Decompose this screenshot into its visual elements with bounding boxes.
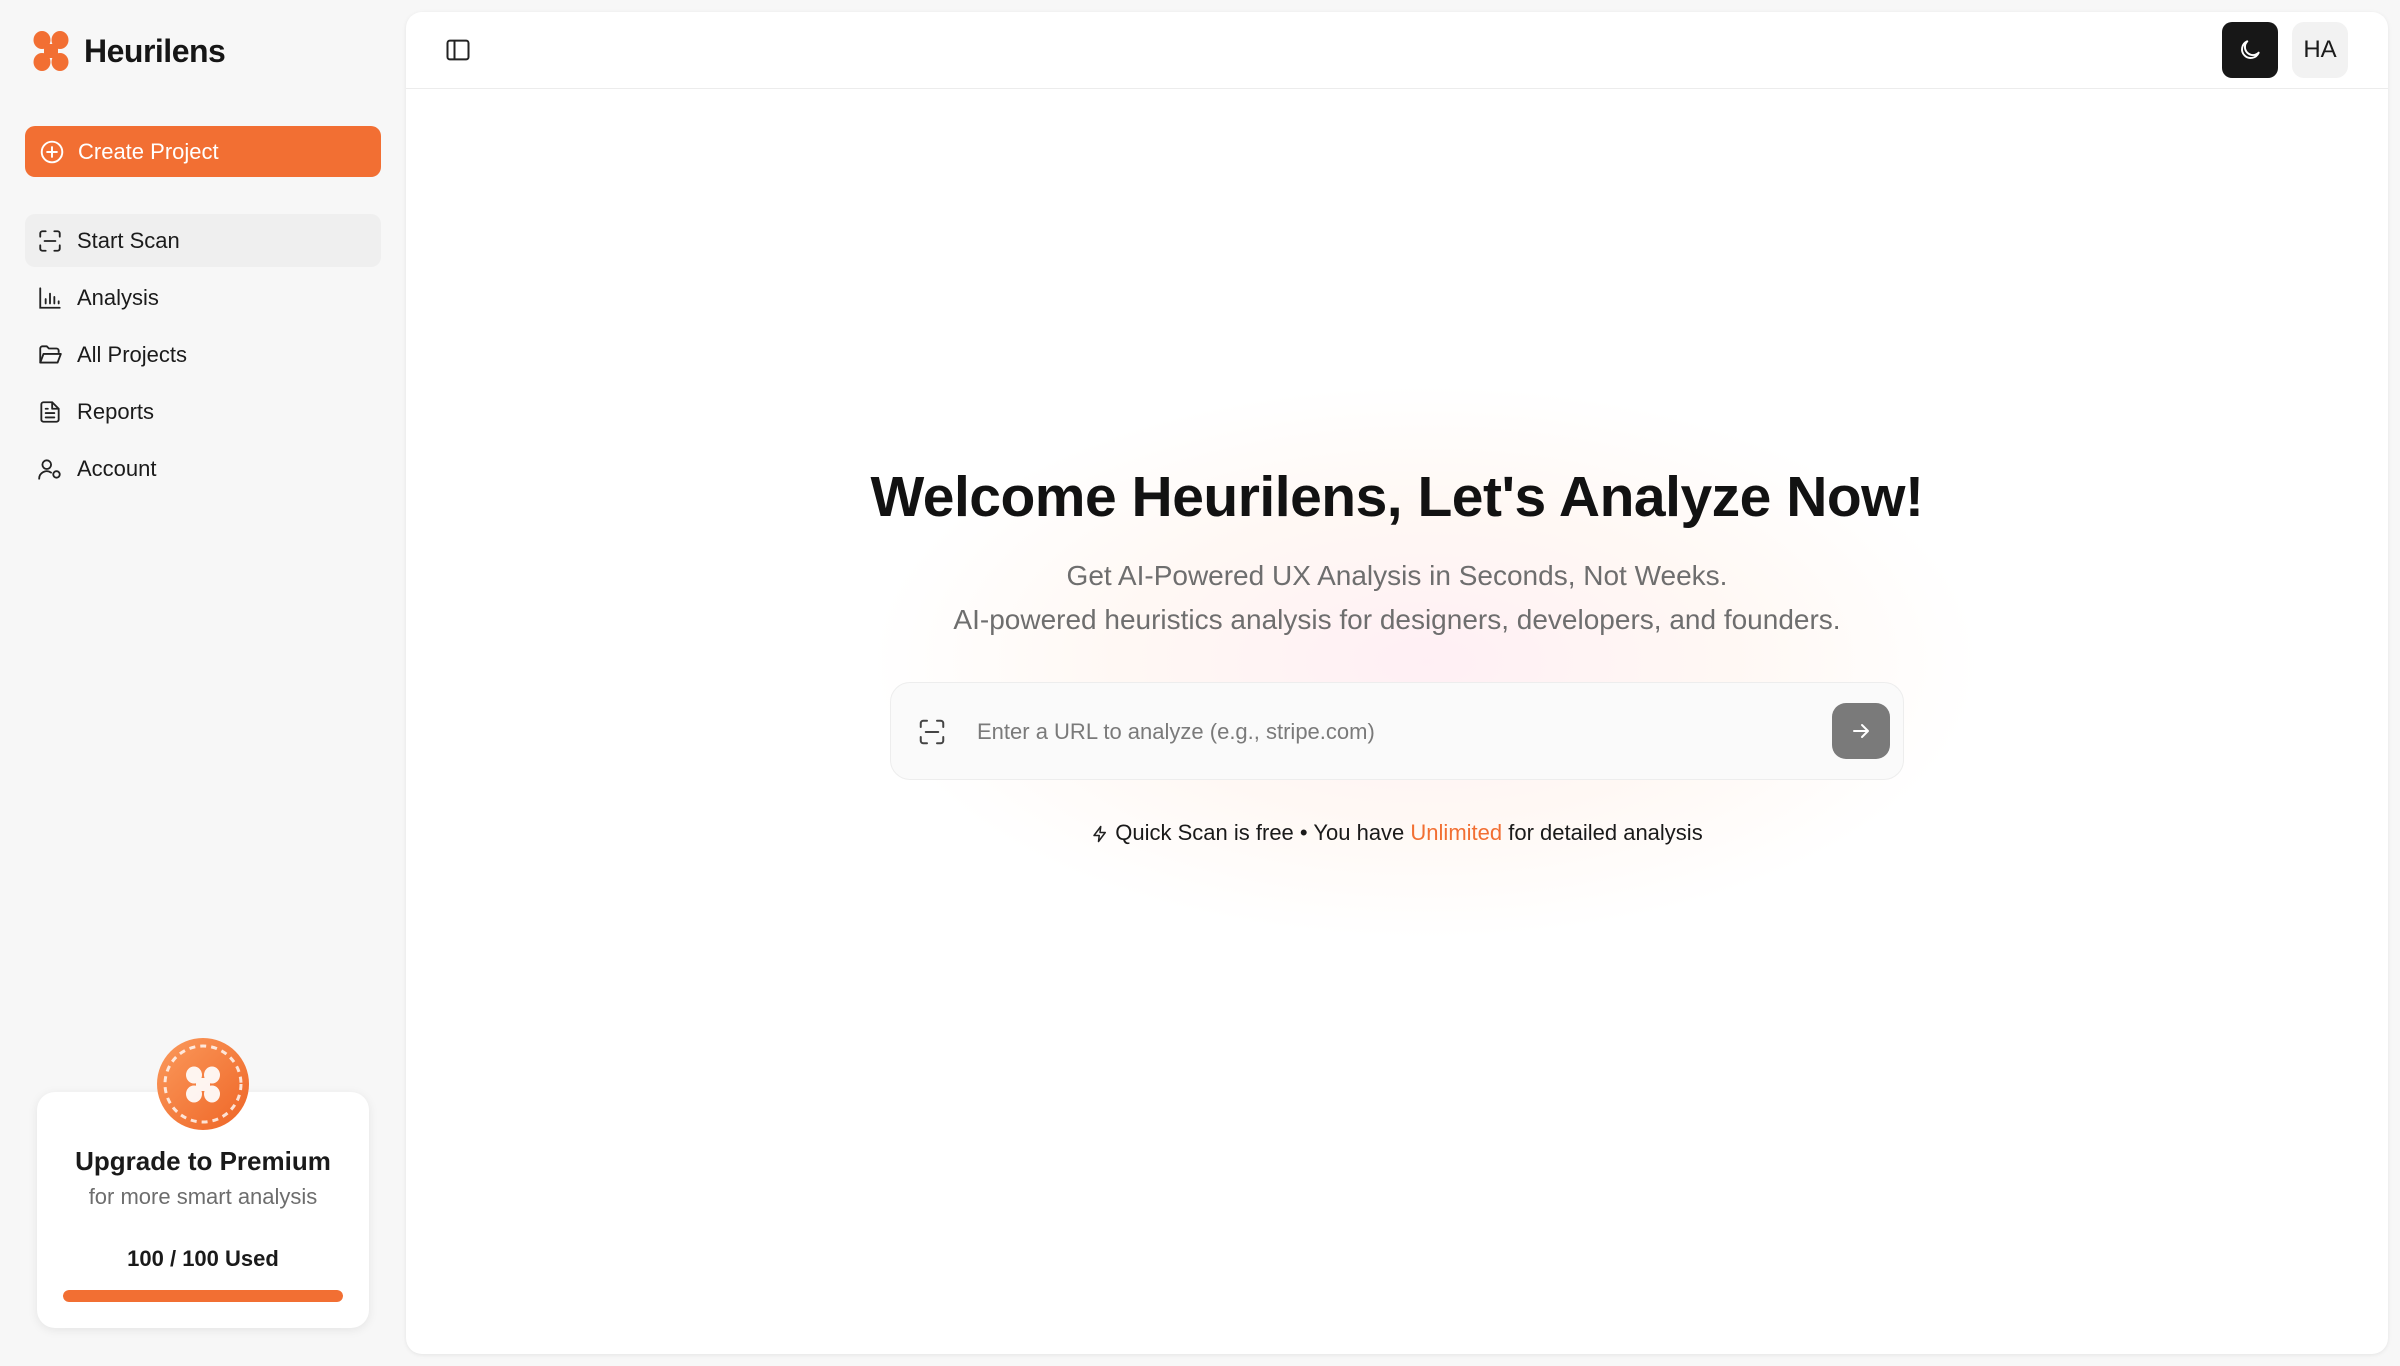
url-input[interactable] [977,707,1797,757]
analyze-submit-button[interactable] [1832,703,1890,759]
heurilens-logo-icon [32,30,70,72]
avatar[interactable]: HA [2292,22,2348,78]
sidebar-item-account[interactable]: Account [25,442,381,495]
note-quick-scan: Quick Scan is free [1115,820,1294,845]
sidebar-item-label: Account [77,455,157,481]
main-panel: HA Welcome Heurilens, Let's Analyze Now!… [406,12,2388,1354]
sidebar-item-start-scan[interactable]: Start Scan [25,214,381,267]
scan-icon [917,717,947,747]
user-cog-icon [37,456,63,482]
moon-icon [2237,37,2263,63]
scan-icon [37,228,63,254]
quota-note: Quick Scan is free • You have Unlimited … [406,820,2388,846]
brand-name: Heurilens [84,32,226,69]
arrow-right-icon [1849,719,1873,743]
url-search-box [890,682,1904,780]
sidebar-item-label: All Projects [77,341,188,367]
sidebar-item-reports[interactable]: Reports [25,385,381,438]
file-text-icon [37,399,63,425]
theme-toggle-button[interactable] [2222,22,2278,78]
upgrade-card[interactable]: Upgrade to Premium for more smart analys… [37,1038,369,1328]
sidebar-toggle-button[interactable] [444,36,472,64]
hero-subtitle: Get AI-Powered UX Analysis in Seconds, N… [1066,560,1728,591]
sidebar-item-label: Analysis [77,284,159,310]
usage-progress-fill [63,1290,343,1302]
top-bar: HA [406,12,2388,89]
bar-chart-icon [37,285,63,311]
folder-open-icon [37,342,63,368]
sidebar-item-label: Start Scan [77,227,180,253]
usage-count: 100 / 100 Used [127,1246,279,1271]
note-you-have: You have [1313,820,1405,845]
unlimited-highlight: Unlimited [1410,820,1503,845]
plus-circle-icon [39,139,65,165]
usage-progress-bar [63,1290,343,1302]
create-project-button[interactable]: Create Project [25,126,381,177]
premium-badge-icon [155,1036,251,1132]
hero-description: AI-powered heuristics analysis for desig… [953,604,1841,635]
sidebar: Heurilens Create Project Start Scan Anal… [0,0,405,1366]
brand[interactable]: Heurilens [32,28,226,74]
note-separator: • [1299,820,1308,845]
sidebar-nav: Start Scan Analysis All Projects Reports… [25,214,381,499]
panel-left-icon [444,36,472,64]
note-detailed: for detailed analysis [1508,820,1703,845]
sidebar-item-all-projects[interactable]: All Projects [25,328,381,381]
sidebar-item-label: Reports [77,398,155,424]
sidebar-item-analysis[interactable]: Analysis [25,271,381,324]
upgrade-subtitle: for more smart analysis [88,1184,318,1209]
upgrade-title: Upgrade to Premium [75,1146,331,1176]
page-title: Welcome Heurilens, Let's Analyze Now! [870,465,1924,529]
create-project-label: Create Project [78,138,219,164]
zap-icon [1093,825,1107,843]
